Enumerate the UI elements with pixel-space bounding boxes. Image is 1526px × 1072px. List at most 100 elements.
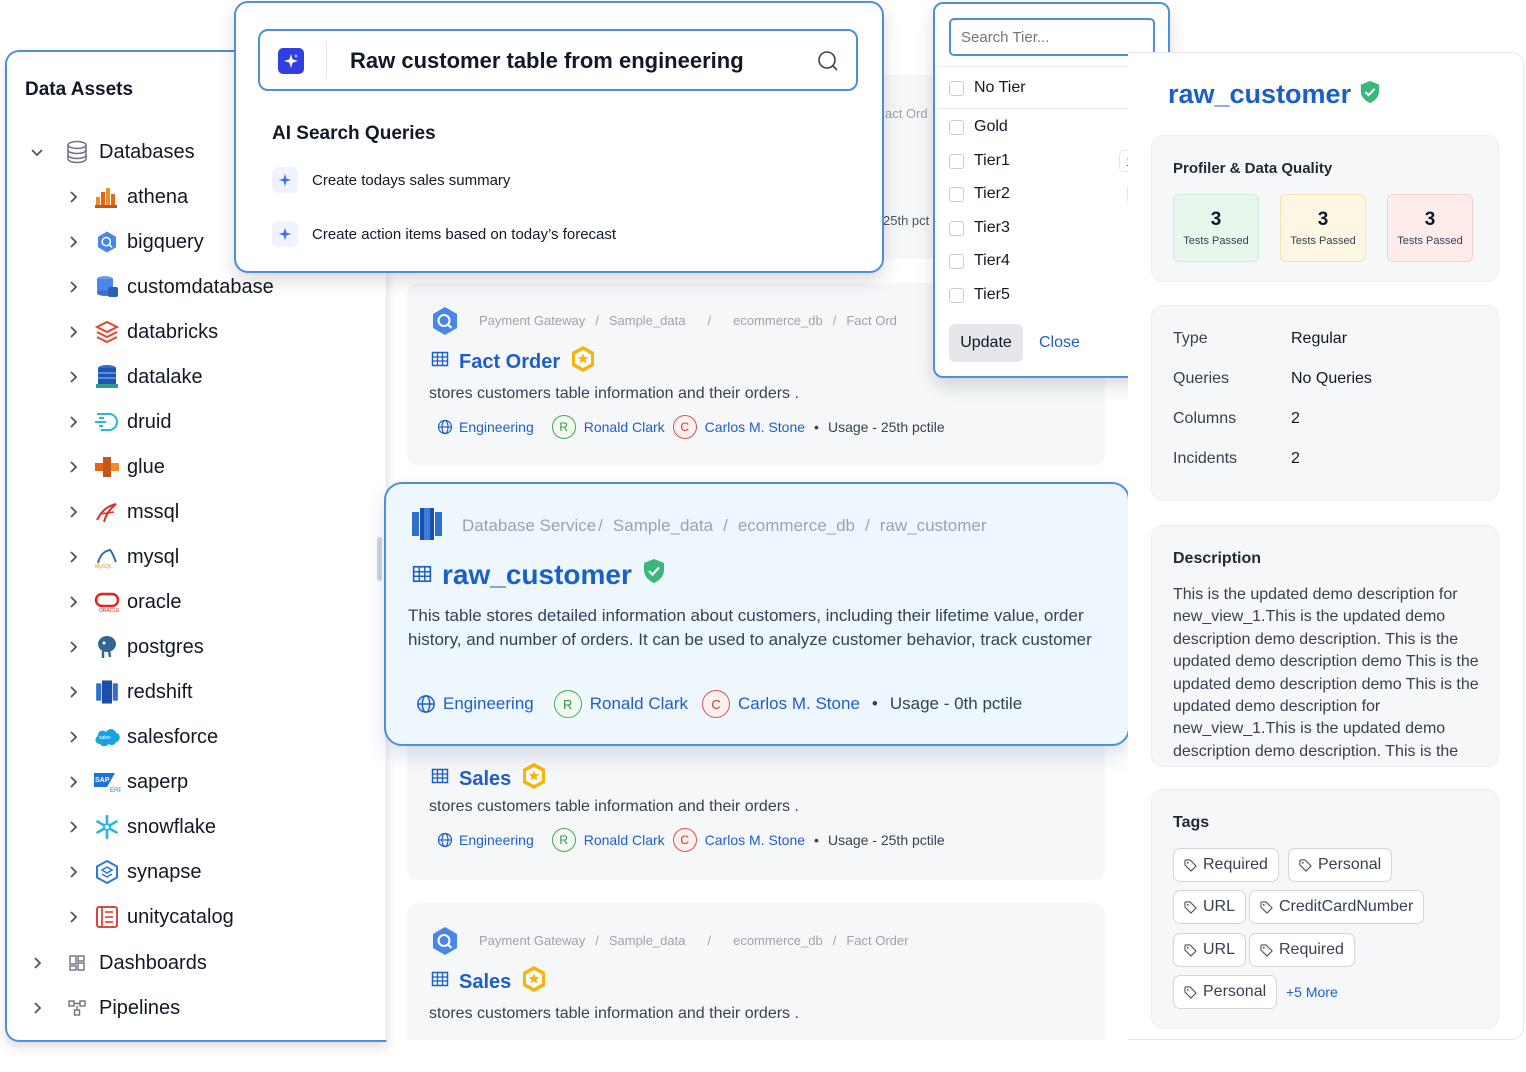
quality-card[interactable]: 3 Tests Passed — [1280, 194, 1366, 262]
result-card-raw-customer[interactable]: Database Service / Sample_data / ecommerce_d… — [384, 482, 1130, 746]
property-value: Regular — [1291, 330, 1348, 347]
tier-checkbox[interactable] — [949, 80, 964, 96]
owner-link[interactable]: Ronald Clark — [584, 832, 665, 848]
tier-checkbox[interactable] — [949, 220, 964, 236]
chevron-right-icon[interactable] — [65, 504, 81, 520]
tier-option-tier1[interactable]: Tier1129 — [949, 149, 1155, 173]
chevron-right-icon[interactable] — [29, 955, 45, 971]
tree-item-dashboards[interactable]: Dashboards — [29, 943, 207, 983]
chevron-right-icon[interactable] — [29, 1000, 45, 1016]
quality-label: Tests Passed — [1183, 235, 1249, 247]
result-card-sales-2[interactable]: Payment Gateway / Sample_data / ecommerce_db… — [407, 903, 1105, 1040]
chevron-down-icon[interactable] — [29, 144, 45, 160]
description-section: Description This is the updated demo des… — [1151, 525, 1499, 767]
owner-link[interactable]: Ronald Clark — [590, 694, 688, 714]
card-title[interactable]: raw_customer — [412, 558, 666, 591]
tree-item-unitycatalog[interactable]: unitycatalog — [65, 897, 234, 937]
tier-search-input[interactable] — [949, 18, 1155, 56]
chevron-right-icon[interactable] — [65, 279, 81, 295]
tag-chip[interactable]: Required — [1173, 848, 1279, 882]
tree-item-synapse[interactable]: synapse — [65, 852, 202, 892]
chevron-right-icon[interactable] — [65, 459, 81, 475]
update-button[interactable]: Update — [949, 324, 1023, 362]
tree-item-datalake[interactable]: datalake — [65, 357, 203, 397]
search-icon[interactable] — [816, 49, 840, 78]
domain-link[interactable]: Engineering — [443, 694, 534, 714]
tag-chip[interactable]: CreditCardNumber — [1249, 890, 1425, 924]
sidebar-scroll-handle[interactable] — [377, 537, 382, 581]
card-title[interactable]: Sales — [431, 965, 547, 999]
tree-item-customdatabase[interactable]: customdatabase — [65, 267, 274, 307]
tag-chip[interactable]: Personal — [1288, 848, 1393, 882]
tier-checkbox[interactable] — [949, 153, 964, 169]
tier-checkbox[interactable] — [949, 186, 964, 202]
quality-card[interactable]: 3 Tests Passed — [1173, 194, 1259, 262]
tree-item-glue[interactable]: glue — [65, 447, 165, 487]
tree-item-athena[interactable]: athena — [65, 177, 188, 217]
property-value: 2 — [1291, 410, 1300, 427]
owner-link[interactable]: Ronald Clark — [584, 419, 665, 435]
tree-item-bigquery[interactable]: bigquery — [65, 222, 204, 262]
chevron-right-icon[interactable] — [65, 864, 81, 880]
tag-chip[interactable]: URL — [1173, 890, 1247, 924]
owner-link[interactable]: Carlos M. Stone — [705, 419, 805, 435]
redshift-icon — [93, 678, 121, 706]
tag-icon — [1260, 943, 1273, 957]
chevron-right-icon[interactable] — [65, 819, 81, 835]
tree-item-mysql[interactable]: MySQL mysql — [65, 537, 179, 577]
tree-item-databases[interactable]: Databases — [29, 132, 195, 172]
tier-option-tier3[interactable]: Tier32 — [949, 216, 1155, 240]
tree-item-saperp[interactable]: SAP ERP saperp — [65, 762, 188, 802]
tier-option-gold[interactable]: Gold0 — [949, 115, 1155, 139]
chevron-right-icon[interactable] — [65, 324, 81, 340]
tier-badge-icon — [521, 965, 547, 999]
chevron-right-icon[interactable] — [65, 414, 81, 430]
tree-item-label: Pipelines — [99, 996, 181, 1019]
tree-item-pipelines[interactable]: Pipelines — [29, 988, 180, 1028]
tier-option-tier4[interactable]: Tier42 — [949, 249, 1155, 273]
tier-option-no-tier[interactable]: No Tier — [949, 76, 1155, 100]
tree-item-label: oracle — [127, 590, 182, 613]
tier-checkbox[interactable] — [949, 287, 964, 303]
close-button[interactable]: Close — [1039, 334, 1080, 352]
chevron-right-icon[interactable] — [65, 729, 81, 745]
owner-link[interactable]: Carlos M. Stone — [705, 832, 805, 848]
chevron-right-icon[interactable] — [65, 684, 81, 700]
ai-search-input[interactable]: Raw customer table from engineering — [258, 29, 858, 91]
tag-chip[interactable]: Personal — [1173, 975, 1278, 1009]
tier-checkbox[interactable] — [949, 119, 964, 135]
domain-link[interactable]: Engineering — [459, 419, 534, 435]
tree-item-oracle[interactable]: ORACLE oracle — [65, 582, 181, 622]
chevron-right-icon[interactable] — [65, 369, 81, 385]
tree-item-snowflake[interactable]: snowflake — [65, 807, 216, 847]
chevron-right-icon[interactable] — [65, 774, 81, 790]
tier-option-tier5[interactable]: Tier52 — [949, 283, 1155, 307]
chevron-right-icon[interactable] — [65, 549, 81, 565]
tree-item-druid[interactable]: druid — [65, 402, 171, 442]
tier-option-tier2[interactable]: Tier217 — [949, 182, 1155, 206]
chevron-right-icon[interactable] — [65, 189, 81, 205]
quality-card[interactable]: 3 Tests Passed — [1387, 194, 1473, 262]
tag-chip[interactable]: Required — [1249, 933, 1355, 967]
tree-item-salesforce[interactable]: sales salesforce — [65, 717, 218, 757]
tier-option-label: Tier1 — [974, 152, 1010, 169]
chevron-right-icon[interactable] — [65, 639, 81, 655]
chevron-right-icon[interactable] — [65, 909, 81, 925]
ai-suggestion-item[interactable]: Create todays sales summary — [272, 167, 510, 193]
tree-item-postgres[interactable]: postgres — [65, 627, 204, 667]
synapse-icon — [93, 858, 121, 886]
chevron-right-icon[interactable] — [65, 234, 81, 250]
tree-item-redshift[interactable]: redshift — [65, 672, 193, 712]
more-tags-link[interactable]: +5 More — [1286, 984, 1338, 1000]
tree-item-databricks[interactable]: databricks — [65, 312, 218, 352]
owner-link[interactable]: Carlos M. Stone — [738, 694, 860, 714]
tree-item-mssql[interactable]: mssql — [65, 492, 179, 532]
chevron-right-icon[interactable] — [65, 594, 81, 610]
ai-suggestion-item[interactable]: Create action items based on today’s for… — [272, 221, 616, 247]
tier-badge-icon — [570, 345, 596, 379]
card-title[interactable]: Sales — [431, 762, 547, 796]
tag-chip[interactable]: URL — [1173, 933, 1247, 967]
tier-checkbox[interactable] — [949, 253, 964, 269]
card-title[interactable]: Fact Order — [431, 345, 596, 379]
domain-link[interactable]: Engineering — [459, 832, 534, 848]
